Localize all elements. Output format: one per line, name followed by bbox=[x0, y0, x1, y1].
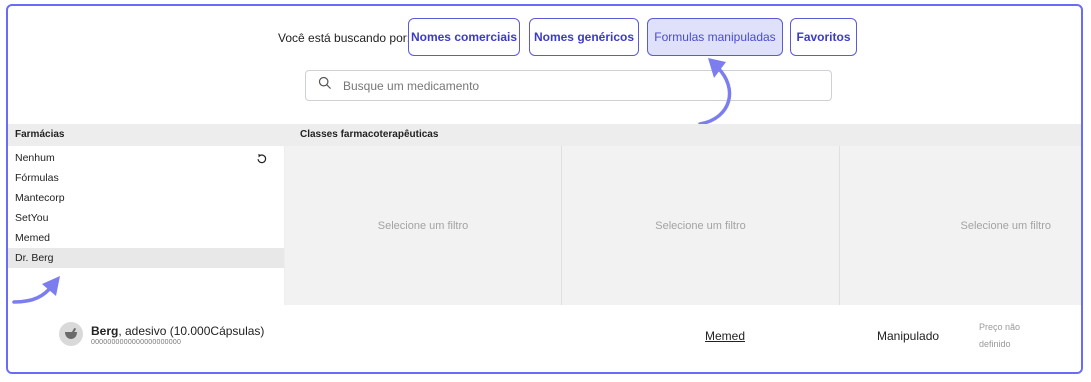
tab-nomes-comerciais[interactable]: Nomes comerciais bbox=[408, 18, 520, 56]
result-price: Preço não definido bbox=[979, 319, 1039, 353]
filter-col-2: Selecione um filtro bbox=[562, 146, 839, 305]
pharmacy-item-nenhum[interactable]: Nenhum bbox=[8, 148, 284, 168]
pharmacies-header: Farmácias bbox=[15, 129, 65, 140]
result-description: , adesivo (10.000Cápsulas) bbox=[118, 324, 265, 338]
result-code: 0000000000000000000000 bbox=[91, 339, 182, 346]
filter-col-3-label: Selecione um filtro bbox=[960, 219, 1052, 232]
reset-icon[interactable] bbox=[256, 150, 267, 170]
classes-header: Classes farmacoterapêuticas bbox=[300, 129, 439, 140]
result-row[interactable]: Berg, adesivo (10.000Cápsulas) 000000000… bbox=[8, 305, 1081, 372]
annotation-arrow-right-icon bbox=[12, 276, 60, 304]
filter-col-3: Selecione um filtro bbox=[840, 146, 1081, 305]
search-by-label: Você está buscando por: bbox=[278, 31, 411, 45]
pharmacy-item-memed[interactable]: Memed bbox=[8, 228, 284, 248]
price-line-1: Preço não bbox=[979, 322, 1021, 332]
result-pharmacy-link[interactable]: Memed bbox=[705, 329, 745, 343]
pharmacy-list: Nenhum Fórmulas Mantecorp SetYou Memed D… bbox=[8, 148, 284, 268]
result-name: Berg bbox=[91, 324, 119, 338]
annotation-arrow-up-icon bbox=[698, 58, 732, 126]
tab-formulas-manipuladas[interactable]: Formulas manipuladas bbox=[647, 18, 783, 56]
price-line-2: definido bbox=[979, 339, 1011, 349]
filter-panel: Farmácias Classes farmacoterapêuticas Ne… bbox=[8, 124, 1081, 305]
app-frame: Você está buscando por: Nomes comerciais… bbox=[6, 4, 1083, 374]
search-icon bbox=[318, 76, 332, 95]
tab-nomes-genericos[interactable]: Nomes genéricos bbox=[529, 18, 639, 56]
result-type: Manipulado bbox=[877, 329, 940, 343]
pharmacy-item-setyou[interactable]: SetYou bbox=[8, 208, 284, 228]
pharmacy-item-formulas[interactable]: Fórmulas bbox=[8, 168, 284, 188]
search-header: Você está buscando por: Nomes comerciais… bbox=[8, 6, 1081, 126]
pharmacy-label: Nenhum bbox=[15, 152, 55, 164]
result-title: Berg, adesivo (10.000Cápsulas) bbox=[91, 324, 264, 338]
pharmacy-item-mantecorp[interactable]: Mantecorp bbox=[8, 188, 284, 208]
tab-favoritos[interactable]: Favoritos bbox=[790, 18, 857, 56]
mortar-icon bbox=[59, 322, 83, 346]
pharmacy-item-dr-berg[interactable]: Dr. Berg bbox=[8, 248, 284, 268]
filter-col-1: Selecione um filtro bbox=[285, 146, 561, 305]
